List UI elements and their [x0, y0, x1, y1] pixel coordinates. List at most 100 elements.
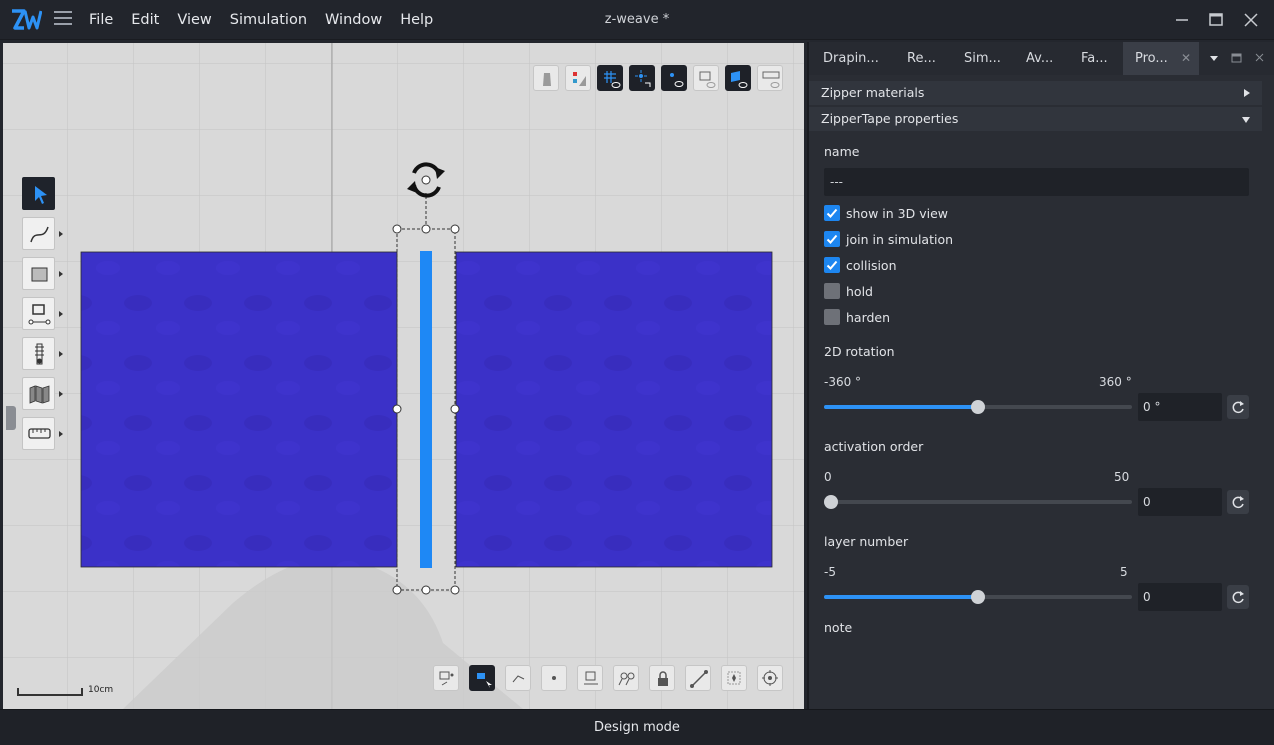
harden-label: harden — [846, 310, 891, 325]
rotation-slider-fill — [824, 405, 978, 409]
lock-mode-icon[interactable] — [649, 665, 675, 691]
tabs-dropdown-icon[interactable] — [1205, 42, 1225, 75]
toolbar-collapse-handle[interactable] — [6, 406, 16, 430]
maximize-icon[interactable] — [1206, 10, 1226, 30]
hold-label: hold — [846, 284, 873, 299]
hold-checkbox[interactable] — [824, 283, 840, 299]
rectangle-tool[interactable] — [22, 257, 63, 290]
line-mode-icon[interactable] — [685, 665, 711, 691]
menu-help[interactable]: Help — [391, 12, 442, 28]
tab-fabric[interactable]: Fa... — [1081, 42, 1108, 75]
tab-draping[interactable]: Drapin... — [823, 42, 879, 75]
section-zipper-materials-label: Zipper materials — [821, 85, 925, 100]
activation-slider-handle[interactable] — [824, 495, 838, 509]
sewing-edit-mode-icon[interactable] — [577, 665, 603, 691]
tab-properties-label: Pro... — [1135, 51, 1168, 66]
mode-indicator: Design mode — [594, 720, 680, 735]
title-bar: File Edit View Simulation Window Help z-… — [0, 0, 1274, 40]
activation-max: 50 — [1114, 470, 1130, 484]
tab-avatar[interactable]: Av... — [1026, 42, 1053, 75]
layer-slider-fill — [824, 595, 978, 599]
join-in-simulation-checkbox[interactable] — [824, 231, 840, 247]
rotation-min: -360 ° — [824, 375, 862, 389]
tab-rendering[interactable]: Re... — [907, 42, 936, 75]
section-zippertape-properties-label: ZipperTape properties — [821, 111, 959, 126]
activation-min: 0 — [824, 470, 832, 484]
rotation-slider[interactable] — [824, 400, 1132, 414]
grid-visibility-icon[interactable] — [597, 65, 623, 91]
sewing-tool[interactable] — [22, 297, 63, 330]
zipper-tool[interactable] — [22, 337, 63, 370]
rotation-label: 2D rotation — [824, 344, 895, 359]
target-mode-icon[interactable] — [757, 665, 783, 691]
rotation-slider-handle[interactable] — [971, 400, 985, 414]
menu-simulation[interactable]: Simulation — [221, 12, 316, 28]
scale-bar — [17, 688, 83, 696]
menu-window[interactable]: Window — [316, 12, 391, 28]
layer-min: -5 — [824, 565, 836, 579]
show-in-3d-checkbox[interactable] — [824, 205, 840, 221]
activation-slider[interactable] — [824, 495, 1132, 509]
curve-tool[interactable] — [22, 217, 63, 250]
edge-select-mode-icon[interactable] — [505, 665, 531, 691]
menu-edit[interactable]: Edit — [122, 12, 168, 28]
name-field[interactable] — [824, 168, 1249, 196]
chevron-down-icon — [1242, 117, 1250, 123]
section-zippertape-properties[interactable]: ZipperTape properties — [809, 107, 1262, 131]
layer-reset-icon[interactable] — [1227, 585, 1249, 609]
vertex-select-mode-icon[interactable] — [541, 665, 567, 691]
collision-label: collision — [846, 258, 897, 273]
note-label: note — [824, 620, 853, 635]
harden-checkbox[interactable] — [824, 309, 840, 325]
panel-tabs: Drapin... Re... Sim... Av... Fa... Pro..… — [809, 42, 1274, 75]
avatar-display-icon[interactable] — [533, 65, 559, 91]
point-visibility-icon[interactable] — [661, 65, 687, 91]
design-canvas[interactable]: 10cm — [3, 43, 804, 709]
tab-simulation[interactable]: Sim... — [964, 42, 1001, 75]
layer-input[interactable]: 0 — [1138, 583, 1222, 611]
shape-select-mode-icon[interactable] — [469, 665, 495, 691]
panel-close-icon[interactable] — [1251, 42, 1271, 75]
measure-tool[interactable] — [22, 417, 63, 450]
texture-display-icon[interactable] — [565, 65, 591, 91]
rotation-reset-icon[interactable] — [1227, 395, 1249, 419]
chevron-right-icon — [1244, 89, 1250, 97]
zipper-tape — [420, 251, 432, 568]
layer-slider-handle[interactable] — [971, 590, 985, 604]
tab-properties[interactable]: Pro... ✕ — [1123, 42, 1199, 75]
name-label: name — [824, 144, 860, 159]
minimize-icon[interactable] — [1172, 10, 1192, 30]
transform-mode-icon[interactable] — [433, 665, 459, 691]
menu-view[interactable]: View — [168, 12, 220, 28]
rotation-max: 360 ° — [1099, 375, 1132, 389]
properties-panel: Drapin... Re... Sim... Av... Fa... Pro..… — [807, 42, 1274, 709]
section-zipper-materials[interactable]: Zipper materials — [809, 81, 1262, 105]
activation-reset-icon[interactable] — [1227, 490, 1249, 514]
pin-mode-icon[interactable] — [613, 665, 639, 691]
point-select-icon[interactable] — [629, 65, 655, 91]
fabric-visibility-icon[interactable] — [725, 65, 751, 91]
app-logo — [10, 8, 43, 32]
menu-bar: File Edit View Simulation Window Help — [80, 0, 442, 40]
tab-close-icon[interactable]: ✕ — [1181, 42, 1191, 75]
layer-slider[interactable] — [824, 590, 1132, 604]
close-icon[interactable] — [1241, 10, 1261, 30]
pleat-tool[interactable] — [22, 377, 63, 410]
status-bar: Design mode — [0, 709, 1274, 745]
menu-file[interactable]: File — [80, 12, 122, 28]
fabric-panel-right — [455, 251, 773, 568]
hamburger-menu-icon[interactable] — [54, 11, 72, 29]
symmetry-mode-icon[interactable] — [721, 665, 747, 691]
sewing-visibility-icon[interactable] — [693, 65, 719, 91]
rotation-input[interactable]: 0 ° — [1138, 393, 1222, 421]
join-in-simulation-label: join in simulation — [846, 232, 954, 247]
select-tool[interactable] — [22, 177, 55, 210]
activation-input[interactable]: 0 — [1138, 488, 1222, 516]
activation-label: activation order — [824, 439, 924, 454]
collision-checkbox[interactable] — [824, 257, 840, 273]
scale-label: 10cm — [88, 685, 114, 695]
panel-float-icon[interactable] — [1227, 42, 1247, 75]
ruler-visibility-icon[interactable] — [757, 65, 783, 91]
show-in-3d-label: show in 3D view — [846, 206, 948, 221]
layer-max: 5 — [1120, 565, 1128, 579]
